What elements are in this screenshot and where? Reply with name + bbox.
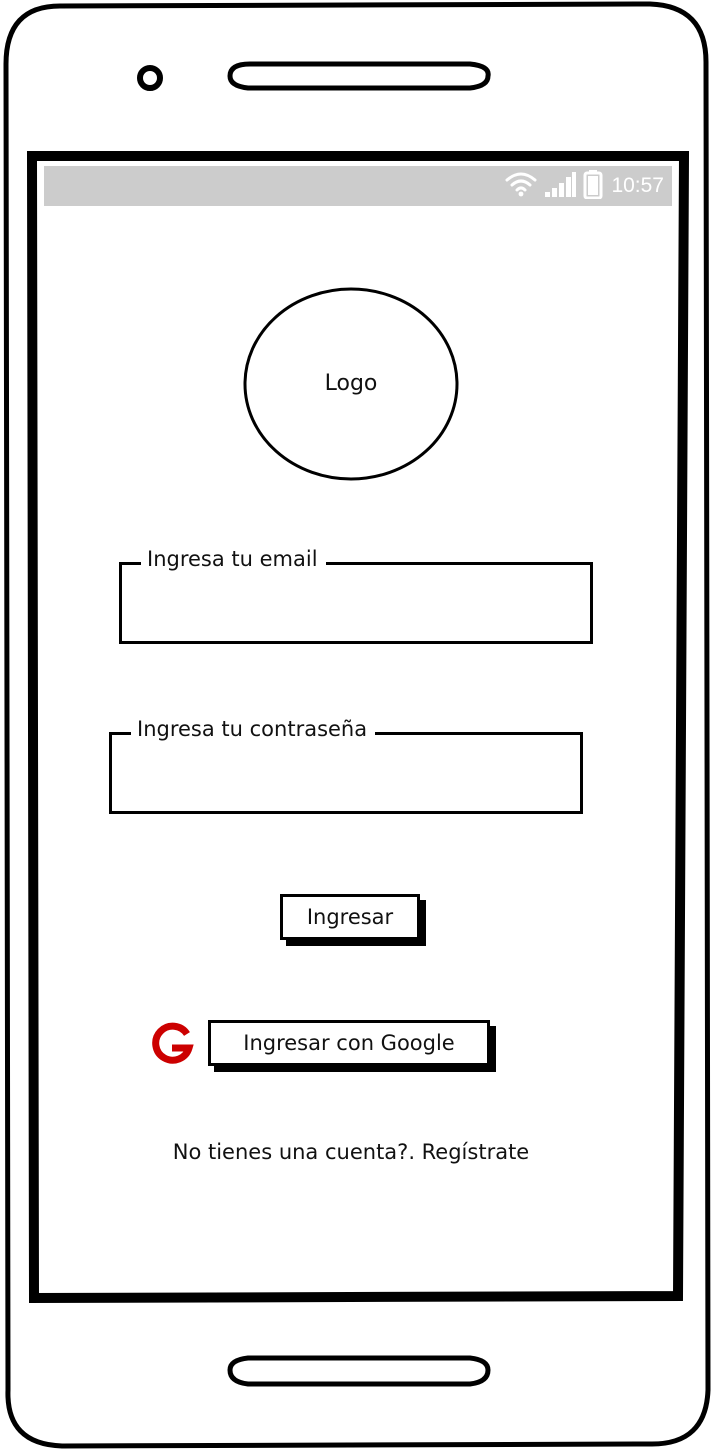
- password-field-label: Ingresa tu contraseña: [131, 716, 376, 742]
- battery-icon: [583, 169, 603, 203]
- google-icon: [150, 1022, 194, 1066]
- status-icons: 10:57: [505, 166, 664, 206]
- login-button[interactable]: Ingresar: [280, 894, 420, 940]
- email-field-label: Ingresa tu email: [141, 546, 326, 572]
- logo: Logo: [242, 286, 460, 482]
- password-input[interactable]: [123, 760, 567, 798]
- signup-link[interactable]: No tienes una cuenta?. Regístrate: [0, 1140, 712, 1164]
- password-field[interactable]: Ingresa tu contraseña: [109, 716, 583, 814]
- status-bar: 10:57: [44, 166, 672, 206]
- status-time: 10:57: [611, 174, 664, 197]
- logo-label: Logo: [324, 370, 378, 396]
- email-field[interactable]: Ingresa tu email: [119, 546, 593, 644]
- email-input[interactable]: [133, 590, 577, 628]
- signal-icon: [543, 170, 577, 202]
- google-login-button[interactable]: Ingresar con Google: [208, 1020, 490, 1066]
- wifi-icon: [505, 171, 537, 201]
